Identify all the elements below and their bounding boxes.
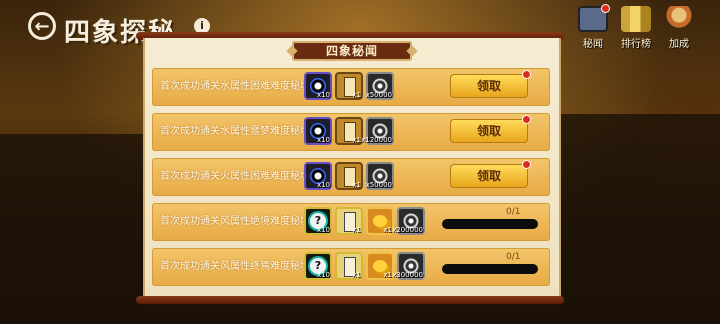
- scroll-reward-icon[interactable]: x1: [335, 207, 363, 235]
- quest-text: 首次成功通关水属性困难难度秘境: [160, 81, 310, 92]
- trophy-bars-icon: [621, 6, 651, 32]
- scroll-reward-icon[interactable]: x1: [335, 117, 363, 145]
- top-button-label: 秘闻: [583, 39, 603, 50]
- quest-text: 首次成功通关水属性噩梦难度秘境: [160, 126, 310, 137]
- quest-row: 首次成功通关火属性困难难度秘境 x10 x1 x50000 领取: [152, 158, 550, 196]
- coin-reward-icon[interactable]: x300000: [392, 252, 425, 280]
- quest-row: 首次成功通关风属性终焉难度秘境 ? x10 x1 x1 x300000 0/1: [152, 248, 550, 286]
- top-button-news[interactable]: 秘闻: [573, 5, 613, 50]
- panel-title: 四象秘闻: [292, 41, 412, 61]
- top-button-label: 加成: [669, 39, 689, 50]
- notification-dot: [523, 71, 530, 78]
- coin-reward-icon[interactable]: x50000: [366, 72, 394, 100]
- top-button-bonus[interactable]: 加成: [659, 6, 699, 50]
- top-button-ranking[interactable]: 排行榜: [616, 6, 656, 50]
- progress-text: 0/1: [506, 207, 521, 217]
- coin-reward-icon[interactable]: x50000: [366, 162, 394, 190]
- quest-text: 首次成功通关火属性困难难度秘境: [160, 171, 310, 182]
- quest-row: 首次成功通关水属性困难难度秘境 x10 x1 x50000 领取: [152, 68, 550, 106]
- quest-text: 首次成功通关风属性终焉难度秘境: [160, 261, 310, 272]
- coin-reward-icon[interactable]: x120000: [361, 117, 394, 145]
- scroll-reward-icon[interactable]: x1: [335, 162, 363, 190]
- quest-row: 首次成功通关水属性噩梦难度秘境 x10 x1 x120000 领取: [152, 113, 550, 151]
- gold-coin-reward-icon[interactable]: x1: [366, 252, 394, 280]
- mystery-orb-reward-icon[interactable]: ? x10: [304, 207, 332, 235]
- claim-button[interactable]: 领取: [450, 119, 528, 143]
- progress-bar: [442, 219, 538, 229]
- scroll-reward-icon[interactable]: x1: [335, 252, 363, 280]
- building-silhouette-left: [0, 134, 150, 324]
- character-boost-icon: [664, 6, 694, 32]
- quest-text: 首次成功通关风属性绝境难度秘境: [160, 216, 310, 227]
- notification-dot: [523, 116, 530, 123]
- claim-button[interactable]: 领取: [450, 164, 528, 188]
- claim-button[interactable]: 领取: [450, 74, 528, 98]
- orb-reward-icon[interactable]: x10: [304, 72, 332, 100]
- mystery-orb-reward-icon[interactable]: ? x10: [304, 252, 332, 280]
- orb-reward-icon[interactable]: x10: [304, 117, 332, 145]
- building-silhouette-right: [560, 114, 720, 324]
- notification-dot: [523, 161, 530, 168]
- notification-dot: [602, 5, 609, 12]
- back-button[interactable]: ←: [28, 12, 56, 40]
- gold-coin-reward-icon[interactable]: x1: [366, 207, 394, 235]
- orb-reward-icon[interactable]: x10: [304, 162, 332, 190]
- scroll-reward-icon[interactable]: x1: [335, 72, 363, 100]
- top-button-label: 排行榜: [621, 39, 651, 50]
- back-arrow-icon: ←: [34, 15, 50, 37]
- progress-bar: [442, 264, 538, 274]
- scroll-rod-bottom: [136, 296, 564, 304]
- coin-reward-icon[interactable]: x200000: [392, 207, 425, 235]
- tv-screen-icon: [578, 5, 609, 32]
- progress-text: 0/1: [506, 252, 521, 262]
- quest-row: 首次成功通关风属性绝境难度秘境 ? x10 x1 x1 x200000 0/1: [152, 203, 550, 241]
